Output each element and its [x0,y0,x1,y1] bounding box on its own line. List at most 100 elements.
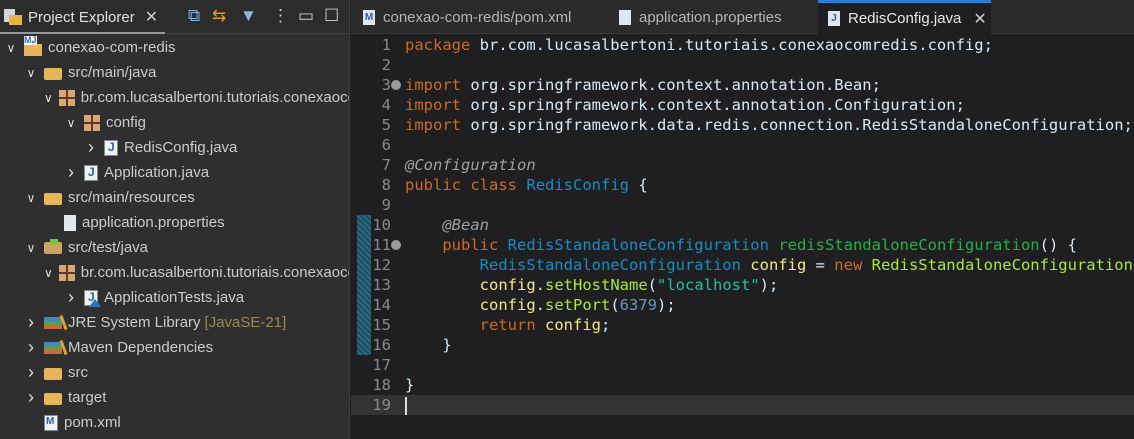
code-token: import [405,116,461,134]
fold-toggle-icon[interactable] [391,240,401,250]
code-token: redisStandaloneConfiguration [778,236,1040,254]
tree-item[interactable]: › Application.java [0,160,349,185]
tab-pom-xml[interactable]: Mconexao-com-redis/pom.xml [363,0,571,34]
code-token: config [545,316,601,334]
code-token: RedisConfig [526,176,630,194]
line-number: 10 [372,216,391,234]
chevron-down-icon[interactable]: ∨ [44,91,53,105]
tree-item[interactable]: ∨ src/main/java [0,60,349,85]
line-number: 3 [381,76,391,94]
panel-title: Project Explorer [28,8,135,26]
lib-icon [44,341,62,354]
line-text: @Bean [405,215,489,235]
tree-item[interactable]: › src [0,360,349,385]
tree-item[interactable]: ∨ br.com.lucasalbertoni.tutoriais.conexao… [0,260,349,285]
props-icon [64,214,76,231]
tab-redisconfig-java[interactable]: J RedisConfig.java ✕ [818,0,991,34]
code-token: = [806,256,835,274]
code-token: ); [759,276,779,294]
code-line[interactable]: 9 [351,195,1134,215]
chevron-down-icon[interactable]: ∨ [24,191,38,205]
view-menu-icon[interactable]: ⋮ [272,6,289,26]
link-with-editor-icon[interactable]: ⇆ [212,6,226,26]
tree-item-label: src/main/java [68,64,157,81]
editor-area: Mconexao-com-redis/pom.xml application.p… [351,0,1134,439]
code-line[interactable]: 7 @Configuration [351,155,1134,175]
tree-item[interactable]: › Maven Dependencies [0,335,349,360]
code-line[interactable]: 18} [351,375,1134,395]
code-line[interactable]: 19 [351,395,1134,415]
proj-icon [24,35,42,56]
chevron-right-icon[interactable]: › [24,312,38,333]
srcfolder-icon [44,238,62,254]
code-line[interactable]: 16 } [351,335,1134,355]
tree-item-decoration: [JavaSE-21] [204,314,287,331]
text-file-icon [619,9,631,25]
code-line[interactable]: 5 import org.springframework.data.redis.c… [351,115,1134,135]
line-text: return config; [405,315,611,335]
tree-item[interactable]: ∨ br.com.lucasalbertoni.tutoriais.conexao… [0,85,349,110]
code-line[interactable]: 2 [351,55,1134,75]
code-token: setPort [545,296,611,314]
tree-item-label: ApplicationTests.java [104,289,245,306]
code-line[interactable]: 6 [351,135,1134,155]
code-line[interactable]: 4 import org.springframework.context.anno… [351,95,1134,115]
tree-item[interactable]: pom.xml [0,410,349,435]
tree-item[interactable]: ∨ src/main/resources [0,185,349,210]
line-text: import org.springframework.context.annot… [405,75,881,95]
code-line[interactable]: 17 [351,355,1134,375]
chevron-down-icon[interactable]: ∨ [44,266,53,280]
code-line[interactable]: 11 public RedisStandaloneConfiguration r… [351,235,1134,255]
line-text: config.setHostName("localhost"); [405,275,779,295]
code-line[interactable]: 12 RedisStandaloneConfiguration config =… [351,255,1134,275]
code-editor[interactable]: 1 package br.com.lucasalbertoni.tutoriais… [351,35,1134,415]
line-text: RedisStandaloneConfiguration config = ne… [405,255,1134,275]
chevron-down-icon[interactable]: ∨ [24,66,38,80]
line-text: } [405,375,414,395]
chevron-down-icon[interactable]: ∨ [64,116,78,130]
line-text: public RedisStandaloneConfiguration redi… [405,235,1077,255]
minimize-icon[interactable]: ▭ [298,6,314,26]
chevron-right-icon[interactable]: › [24,387,38,408]
tree-item[interactable]: › target [0,385,349,410]
code-token: () { [1039,236,1077,254]
filter-icon[interactable]: ▼ [240,6,257,26]
code-line[interactable]: 15 return config; [351,315,1134,335]
java-icon [84,164,98,181]
close-icon[interactable]: ✕ [973,9,986,29]
code-line[interactable]: 3 import org.springframework.context.anno… [351,75,1134,95]
collapse-all-icon[interactable]: ⧉ [188,6,200,26]
chevron-right-icon[interactable]: › [84,137,98,158]
tree-item[interactable]: › JRE System Library [JavaSE-21] [0,310,349,335]
tab-project-explorer[interactable]: Project Explorer ✕ [0,2,165,34]
code-line[interactable]: 13 config.setHostName("localhost"); [351,275,1134,295]
close-icon[interactable]: ✕ [145,7,158,27]
tree-item[interactable]: › RedisConfig.java [0,135,349,160]
text-cursor [405,396,407,415]
chevron-right-icon[interactable]: › [64,287,78,308]
chevron-down-icon[interactable]: ∨ [4,41,18,55]
tree-item[interactable]: › ApplicationTests.java [0,285,349,310]
code-line[interactable]: 14 config.setPort(6379); [351,295,1134,315]
tree-item-label: conexao-com-redis [48,39,176,56]
tree-item-label: JRE System Library [68,314,201,331]
code-token: } [405,376,415,394]
code-line[interactable]: 10 @Bean [351,215,1134,235]
chevron-right-icon[interactable]: › [24,362,38,383]
tree-item[interactable]: ∨ src/test/java [0,235,349,260]
maximize-icon[interactable]: ☐ [324,6,339,26]
code-line[interactable]: 8 public class RedisConfig { [351,175,1134,195]
chevron-right-icon[interactable]: › [64,162,78,183]
tab-application-properties[interactable]: application.properties [619,0,782,34]
code-line[interactable]: 1 package br.com.lucasalbertoni.tutoriais… [351,35,1134,55]
tree-item[interactable]: ∨ conexao-com-redis [0,35,349,60]
chevron-right-icon[interactable]: › [24,337,38,358]
fold-toggle-icon[interactable] [391,80,401,90]
chevron-down-icon[interactable]: ∨ [24,241,38,255]
tree-item[interactable]: application.properties [0,210,349,235]
tree-item[interactable]: ∨ config [0,110,349,135]
